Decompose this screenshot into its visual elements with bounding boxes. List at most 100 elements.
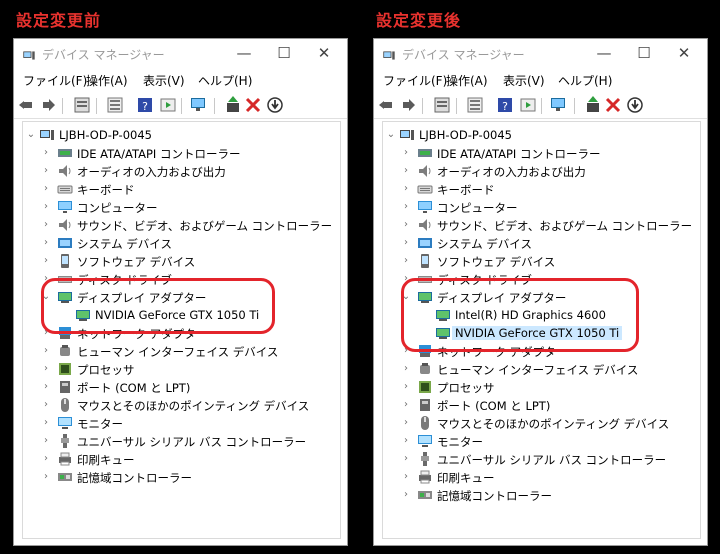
expand-chevron-icon[interactable]: › bbox=[41, 345, 51, 357]
run-icon[interactable] bbox=[158, 95, 178, 115]
close-button[interactable]: ✕ bbox=[304, 42, 344, 66]
expand-chevron-icon[interactable]: › bbox=[401, 363, 411, 375]
run-icon[interactable] bbox=[518, 95, 538, 115]
expand-chevron-icon[interactable]: › bbox=[41, 147, 51, 159]
menu-action[interactable]: 操作(A) bbox=[446, 72, 488, 89]
collapse-chevron-icon[interactable]: ⌄ bbox=[26, 129, 36, 141]
tree-category-item[interactable]: › マウスとそのほかのポインティング デバイス bbox=[23, 396, 340, 414]
update-driver-icon[interactable] bbox=[223, 95, 243, 115]
tree-category-item[interactable]: › コンピューター bbox=[23, 198, 340, 216]
forward-icon[interactable] bbox=[39, 95, 59, 115]
expand-chevron-icon[interactable]: › bbox=[41, 471, 51, 483]
tree-category-item[interactable]: › 記憶域コントローラー bbox=[23, 468, 340, 486]
tree-category-item[interactable]: › ユニバーサル シリアル バス コントローラー bbox=[383, 450, 700, 468]
expand-chevron-icon[interactable]: › bbox=[41, 219, 51, 231]
expand-chevron-icon[interactable]: › bbox=[41, 453, 51, 465]
minimize-button[interactable]: — bbox=[584, 42, 624, 66]
expand-chevron-icon[interactable]: › bbox=[41, 201, 51, 213]
tree-root-node[interactable]: ⌄ LJBH-OD-P-0045 bbox=[23, 126, 340, 144]
expand-chevron-icon[interactable]: › bbox=[41, 183, 51, 195]
expand-chevron-icon[interactable]: › bbox=[401, 219, 411, 231]
tree-category-item[interactable]: › コンピューター bbox=[383, 198, 700, 216]
uninstall-icon[interactable] bbox=[603, 95, 623, 115]
tree-category-item[interactable]: › 印刷キュー bbox=[23, 450, 340, 468]
tree-category-item[interactable]: › ヒューマン インターフェイス デバイス bbox=[23, 342, 340, 360]
properties-icon[interactable] bbox=[72, 95, 92, 115]
expand-chevron-icon[interactable]: › bbox=[401, 417, 411, 429]
back-icon[interactable] bbox=[18, 95, 38, 115]
tree-category-item[interactable]: › ポート (COM と LPT) bbox=[383, 396, 700, 414]
list-view-icon[interactable] bbox=[465, 95, 485, 115]
menu-action[interactable]: 操作(A) bbox=[86, 72, 128, 89]
back-icon[interactable] bbox=[378, 95, 398, 115]
tree-category-label: 印刷キュー bbox=[77, 453, 135, 467]
expand-chevron-icon[interactable]: › bbox=[41, 363, 51, 375]
expand-chevron-icon[interactable]: › bbox=[401, 201, 411, 213]
tree-category-item[interactable]: › ソフトウェア デバイス bbox=[383, 252, 700, 270]
expand-chevron-icon[interactable]: › bbox=[41, 165, 51, 177]
scan-hardware-icon[interactable] bbox=[188, 95, 208, 115]
maximize-button[interactable]: ☐ bbox=[624, 42, 664, 66]
tree-category-item[interactable]: › ポート (COM と LPT) bbox=[23, 378, 340, 396]
expand-chevron-icon[interactable]: › bbox=[41, 417, 51, 429]
expand-chevron-icon[interactable]: › bbox=[401, 165, 411, 177]
expand-chevron-icon[interactable]: › bbox=[41, 381, 51, 393]
tree-category-item[interactable]: › プロセッサ bbox=[23, 360, 340, 378]
tree-category-item[interactable]: › オーディオの入力および出力 bbox=[383, 162, 700, 180]
update-driver-icon[interactable] bbox=[583, 95, 603, 115]
tree-category-item[interactable]: › IDE ATA/ATAPI コントローラー bbox=[383, 144, 700, 162]
close-button[interactable]: ✕ bbox=[664, 42, 704, 66]
expand-chevron-icon[interactable]: › bbox=[401, 237, 411, 249]
scan-hardware-icon[interactable] bbox=[548, 95, 568, 115]
speaker-icon bbox=[417, 163, 433, 179]
menu-file[interactable]: ファイル(F) bbox=[23, 72, 87, 89]
tree-category-item[interactable]: › モニター bbox=[23, 414, 340, 432]
tree-category-item[interactable]: › システム デバイス bbox=[383, 234, 700, 252]
tree-category-item[interactable]: › IDE ATA/ATAPI コントローラー bbox=[23, 144, 340, 162]
menu-help[interactable]: ヘルプ(H) bbox=[558, 72, 612, 89]
tree-category-item[interactable]: › サウンド、ビデオ、およびゲーム コントローラー bbox=[383, 216, 700, 234]
forward-icon[interactable] bbox=[399, 95, 419, 115]
list-view-icon[interactable] bbox=[105, 95, 125, 115]
expand-chevron-icon[interactable]: › bbox=[401, 453, 411, 465]
tree-category-item[interactable]: › 印刷キュー bbox=[383, 468, 700, 486]
help-icon[interactable]: ? bbox=[135, 95, 155, 115]
expand-chevron-icon[interactable]: › bbox=[401, 381, 411, 393]
tree-category-item[interactable]: › 記憶域コントローラー bbox=[383, 486, 700, 504]
maximize-button[interactable]: ☐ bbox=[264, 42, 304, 66]
tree-category-item[interactable]: › プロセッサ bbox=[383, 378, 700, 396]
tree-category-item[interactable]: › マウスとそのほかのポインティング デバイス bbox=[383, 414, 700, 432]
tree-category-item[interactable]: › キーボード bbox=[383, 180, 700, 198]
tree-category-item[interactable]: › モニター bbox=[383, 432, 700, 450]
minimize-button[interactable]: — bbox=[224, 42, 264, 66]
disable-device-icon[interactable] bbox=[265, 95, 285, 115]
uninstall-icon[interactable] bbox=[243, 95, 263, 115]
expand-chevron-icon[interactable]: › bbox=[401, 471, 411, 483]
menu-view[interactable]: 表示(V) bbox=[143, 72, 185, 89]
tree-category-item[interactable]: › システム デバイス bbox=[23, 234, 340, 252]
tree-category-item[interactable]: › ソフトウェア デバイス bbox=[23, 252, 340, 270]
menu-file[interactable]: ファイル(F) bbox=[383, 72, 447, 89]
tree-category-item[interactable]: › キーボード bbox=[23, 180, 340, 198]
properties-icon[interactable] bbox=[432, 95, 452, 115]
expand-chevron-icon[interactable]: › bbox=[401, 183, 411, 195]
collapse-chevron-icon[interactable]: ⌄ bbox=[386, 129, 396, 141]
expand-chevron-icon[interactable]: › bbox=[401, 255, 411, 267]
expand-chevron-icon[interactable]: › bbox=[41, 399, 51, 411]
help-icon[interactable]: ? bbox=[495, 95, 515, 115]
expand-chevron-icon[interactable]: › bbox=[401, 435, 411, 447]
tree-category-item[interactable]: › ユニバーサル シリアル バス コントローラー bbox=[23, 432, 340, 450]
expand-chevron-icon[interactable]: › bbox=[401, 489, 411, 501]
expand-chevron-icon[interactable]: › bbox=[41, 237, 51, 249]
expand-chevron-icon[interactable]: › bbox=[41, 255, 51, 267]
expand-chevron-icon[interactable]: › bbox=[401, 399, 411, 411]
disable-device-icon[interactable] bbox=[625, 95, 645, 115]
expand-chevron-icon[interactable]: › bbox=[41, 435, 51, 447]
tree-root-node[interactable]: ⌄ LJBH-OD-P-0045 bbox=[383, 126, 700, 144]
tree-category-item[interactable]: › サウンド、ビデオ、およびゲーム コントローラー bbox=[23, 216, 340, 234]
menu-help[interactable]: ヘルプ(H) bbox=[198, 72, 252, 89]
expand-chevron-icon[interactable]: › bbox=[401, 147, 411, 159]
menu-view[interactable]: 表示(V) bbox=[503, 72, 545, 89]
tree-category-item[interactable]: › ヒューマン インターフェイス デバイス bbox=[383, 360, 700, 378]
tree-category-item[interactable]: › オーディオの入力および出力 bbox=[23, 162, 340, 180]
